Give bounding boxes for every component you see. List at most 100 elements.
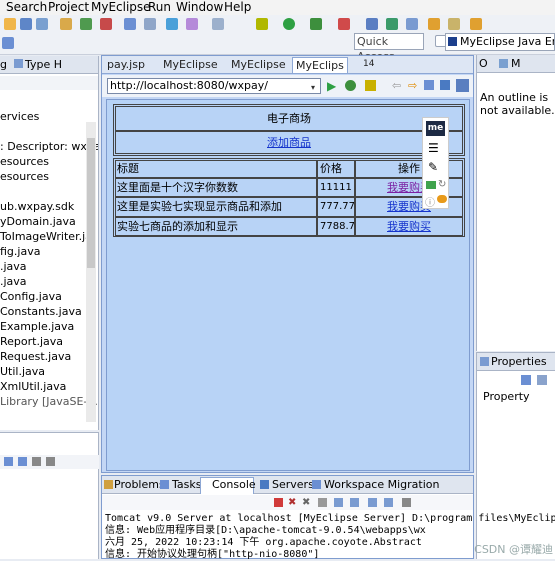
stop-icon[interactable] bbox=[100, 18, 112, 30]
filter-icon[interactable] bbox=[537, 375, 547, 385]
server-icon[interactable] bbox=[80, 18, 92, 30]
print-icon[interactable] bbox=[36, 18, 48, 30]
tab-problems[interactable]: Problems bbox=[114, 478, 165, 493]
package-icon[interactable] bbox=[60, 18, 72, 30]
tab-type-hierarchy[interactable]: Type H bbox=[25, 58, 62, 71]
tree-item[interactable]: fig.java bbox=[0, 244, 40, 259]
word-wrap-icon[interactable] bbox=[350, 498, 359, 507]
tree-item[interactable]: Constants.java bbox=[0, 304, 82, 319]
tab-myeclipse-2[interactable]: MyEclipse bbox=[228, 57, 289, 73]
tree-item[interactable]: .java bbox=[0, 259, 27, 274]
quick-access-input[interactable]: Quick Access bbox=[354, 33, 424, 63]
terminate-icon[interactable] bbox=[274, 498, 283, 507]
tab-outline[interactable]: O bbox=[479, 57, 488, 70]
search-icon[interactable] bbox=[212, 18, 224, 30]
back-icon[interactable] bbox=[470, 18, 482, 30]
new-icon[interactable] bbox=[4, 18, 16, 30]
menu-window[interactable]: Window bbox=[176, 0, 223, 15]
external-browser-icon[interactable] bbox=[456, 79, 469, 92]
nav-arrow-icon[interactable] bbox=[2, 37, 14, 49]
save-icon[interactable] bbox=[20, 18, 32, 30]
tab-overflow-count[interactable]: 14 bbox=[360, 57, 377, 73]
next-annotation-icon[interactable] bbox=[406, 18, 418, 30]
browser-icon[interactable] bbox=[144, 18, 156, 30]
zoom-out-icon[interactable] bbox=[18, 457, 27, 466]
refresh-page-icon[interactable] bbox=[345, 80, 356, 91]
tree-item[interactable]: esources bbox=[0, 154, 49, 169]
fit-icon[interactable] bbox=[32, 457, 41, 466]
go-icon[interactable]: ▶ bbox=[327, 79, 336, 93]
tab-myeclipse-active[interactable]: MyEclips bbox=[292, 57, 348, 73]
remove-launch-icon[interactable]: ✖ bbox=[288, 497, 296, 508]
back-arrow-icon[interactable]: ⇦ bbox=[392, 79, 401, 92]
forward-arrow-icon[interactable]: ⇨ bbox=[408, 79, 417, 92]
url-input[interactable]: http://localhost:8080/wxpay/ bbox=[107, 78, 321, 94]
menu-search[interactable]: Search bbox=[6, 0, 47, 15]
tree-item[interactable]: ub.wxpay.sdk bbox=[0, 199, 74, 214]
tab-members[interactable]: M bbox=[511, 57, 521, 70]
tree-item-library[interactable]: Library [JavaSE-1.8 bbox=[0, 394, 98, 409]
categories-icon[interactable] bbox=[521, 375, 531, 385]
hamburger-menu-icon[interactable]: ☰ bbox=[428, 142, 442, 154]
debug-icon[interactable] bbox=[256, 18, 268, 30]
tab-pay-jsp[interactable]: pay.jsp bbox=[104, 57, 148, 73]
display-console-icon[interactable] bbox=[384, 498, 393, 507]
tree-item[interactable]: yDomain.java bbox=[0, 214, 76, 229]
zoom-in-icon[interactable] bbox=[4, 457, 13, 466]
tree-item[interactable]: .java bbox=[0, 274, 27, 289]
coverage-icon[interactable] bbox=[338, 18, 350, 30]
eye-icon[interactable] bbox=[437, 195, 447, 203]
magic-wand-icon[interactable]: ✎ bbox=[428, 160, 438, 174]
tab-workspace-migration[interactable]: Workspace Migration bbox=[324, 478, 439, 493]
tree-item[interactable]: ervices bbox=[0, 109, 39, 124]
tree-item[interactable]: : Descriptor: wxpa bbox=[0, 139, 98, 154]
tree-item[interactable]: Request.java bbox=[0, 349, 71, 364]
chevron-down-icon[interactable]: ▾ bbox=[311, 83, 315, 92]
run-icon[interactable] bbox=[283, 18, 295, 30]
open-console-icon[interactable] bbox=[402, 498, 411, 507]
external-tools-icon[interactable] bbox=[310, 18, 322, 30]
tree-item[interactable]: Report.java bbox=[0, 334, 63, 349]
new-java-icon[interactable] bbox=[366, 18, 378, 30]
tree-item[interactable]: Example.java bbox=[0, 319, 74, 334]
tree-item[interactable]: ToImageWriter.ja bbox=[0, 229, 92, 244]
tree-item[interactable]: esources bbox=[0, 169, 49, 184]
menu-myeclipse[interactable]: MyEclipse bbox=[91, 0, 151, 15]
print-preview-icon[interactable] bbox=[46, 457, 55, 466]
open-type-icon[interactable] bbox=[186, 18, 198, 30]
left-scroll-thumb[interactable] bbox=[87, 138, 95, 268]
refresh-small-icon[interactable]: ↻ bbox=[438, 179, 446, 190]
globe-icon[interactable] bbox=[166, 18, 178, 30]
menu-run[interactable]: Run bbox=[148, 0, 171, 15]
menu-project[interactable]: Project bbox=[48, 0, 89, 15]
edit-icon[interactable] bbox=[448, 18, 460, 30]
menu-help[interactable]: Help bbox=[224, 0, 251, 15]
tab-console[interactable]: Console bbox=[212, 478, 256, 493]
left-scrollbar[interactable] bbox=[86, 122, 96, 422]
tab-myeclipse-1[interactable]: MyEclipse bbox=[160, 57, 221, 73]
pin-console-icon[interactable] bbox=[368, 498, 377, 507]
folder-icon[interactable] bbox=[428, 18, 440, 30]
tree-item[interactable]: XmlUtil.java bbox=[0, 379, 66, 394]
clear-console-icon[interactable] bbox=[318, 498, 327, 507]
image-icon[interactable] bbox=[426, 181, 436, 189]
console-line: 信息: Web应用程序目录[D:\apache-tomcat-9.0.54\we… bbox=[105, 525, 426, 536]
extension-logo[interactable]: me bbox=[426, 121, 445, 136]
home-icon[interactable] bbox=[424, 80, 434, 90]
refresh-icon[interactable] bbox=[386, 18, 398, 30]
remove-all-icon[interactable]: ✖ bbox=[302, 497, 310, 508]
tree-item[interactable]: Util.java bbox=[0, 364, 45, 379]
stop-loading-icon[interactable] bbox=[440, 80, 450, 90]
tree-item[interactable]: Config.java bbox=[0, 289, 62, 304]
deploy-icon[interactable] bbox=[124, 18, 136, 30]
add-product-link[interactable]: 添加商品 bbox=[267, 136, 311, 149]
tab-tasks[interactable]: Tasks bbox=[172, 478, 201, 493]
bookmark-icon[interactable] bbox=[365, 80, 376, 91]
perspective-switcher[interactable]: MyEclipse Java En bbox=[445, 33, 555, 51]
tab-hierarchy-partial[interactable]: g bbox=[0, 58, 7, 71]
info-icon[interactable]: ⓘ bbox=[425, 194, 435, 209]
scroll-lock-icon[interactable] bbox=[334, 498, 343, 507]
tab-properties[interactable]: Properties bbox=[491, 355, 547, 368]
tab-servers[interactable]: Servers bbox=[272, 478, 314, 493]
buy-link[interactable]: 我要购买 bbox=[387, 220, 431, 233]
